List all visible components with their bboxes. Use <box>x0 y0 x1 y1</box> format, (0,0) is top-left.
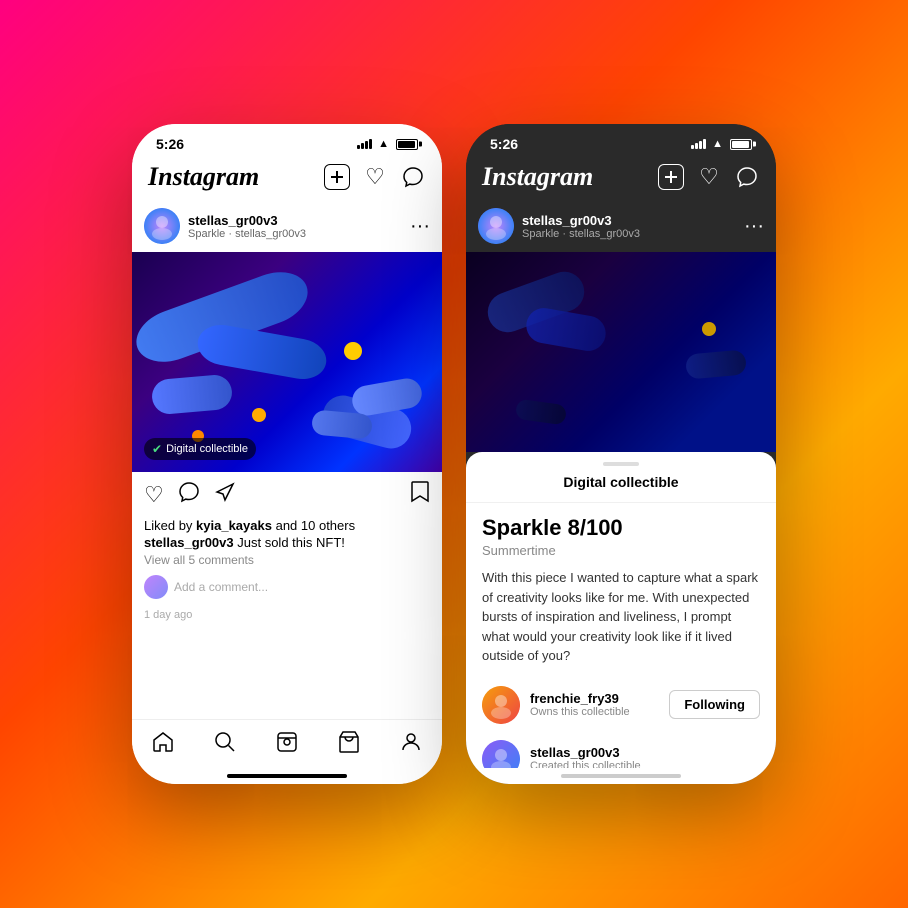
left-heart-icon[interactable]: ♡ <box>362 164 388 190</box>
left-likes-username: kyia_kayaks <box>196 518 272 533</box>
left-message-icon[interactable] <box>400 164 426 190</box>
battery-icon <box>396 139 418 150</box>
right-post-user-info: stellas_gr00v3 Sparkle · stellas_gr00v3 <box>522 213 640 240</box>
sheet-handle <box>603 462 639 466</box>
right-post-username: stellas_gr00v3 <box>522 213 640 228</box>
right-message-icon[interactable] <box>734 164 760 190</box>
left-add-icon[interactable] <box>324 164 350 190</box>
right-phone: 5:26 ▲ Instagram <box>466 124 776 784</box>
left-post-info: Liked by kyia_kayaks and 10 others stell… <box>132 518 442 607</box>
right-home-bar <box>561 774 681 778</box>
right-add-icon[interactable] <box>658 164 684 190</box>
check-icon: ✔ <box>152 442 162 456</box>
right-heart-icon[interactable]: ♡ <box>696 164 722 190</box>
wifi-icon: ▲ <box>378 138 389 150</box>
right-post-image <box>466 252 776 452</box>
right-wifi-icon: ▲ <box>712 138 723 150</box>
nav-search-icon[interactable] <box>213 730 237 760</box>
left-likes-text: Liked by kyia_kayaks and 10 others <box>144 518 430 533</box>
nav-shop-icon[interactable] <box>337 730 361 760</box>
right-signal-icon <box>691 139 706 149</box>
right-ig-header: Instagram ♡ <box>466 156 776 200</box>
signal-icon <box>357 139 372 149</box>
sheet-owner2: stellas_gr00v3 Created this collectible <box>466 732 776 769</box>
left-home-bar <box>227 774 347 778</box>
left-more-button[interactable]: ··· <box>410 216 430 236</box>
left-comment-icon[interactable] <box>178 481 200 509</box>
owner2-left: stellas_gr00v3 Created this collectible <box>482 740 641 769</box>
sheet-nft-title: Sparkle 8/100 <box>466 503 776 543</box>
left-post-actions: ♡ <box>132 472 442 518</box>
left-caption-text: Just sold this NFT! <box>237 535 345 550</box>
left-home-indicator <box>132 768 442 784</box>
left-timestamp: 1 day ago <box>132 607 442 625</box>
left-post-username: stellas_gr00v3 <box>188 213 306 228</box>
left-time: 5:26 <box>156 136 184 152</box>
left-status-bar: 5:26 ▲ <box>132 124 442 156</box>
right-home-indicator <box>466 768 776 784</box>
right-user-avatar <box>478 208 514 244</box>
owner1-left: frenchie_fry39 Owns this collectible <box>482 686 630 724</box>
left-header-icons: ♡ <box>324 164 426 190</box>
owner1-name: frenchie_fry39 <box>530 691 630 706</box>
left-phone: 5:26 ▲ Instagram <box>132 124 442 784</box>
owner1-info: frenchie_fry39 Owns this collectible <box>530 691 630 718</box>
left-status-icons: ▲ <box>357 138 418 150</box>
badge-text: Digital collectible <box>166 443 248 455</box>
right-post-header: stellas_gr00v3 Sparkle · stellas_gr00v3 … <box>466 200 776 252</box>
left-user-avatar <box>144 208 180 244</box>
left-bookmark-icon[interactable] <box>410 480 430 510</box>
left-action-icons: ♡ <box>144 481 236 509</box>
sheet-handle-container <box>466 452 776 474</box>
owner1-avatar <box>482 686 520 724</box>
owner1-role: Owns this collectible <box>530 706 630 718</box>
left-caption-username: stellas_gr00v3 <box>144 535 234 550</box>
sheet-owner1: frenchie_fry39 Owns this collectible Fol… <box>466 678 776 732</box>
right-bottom-sheet: Digital collectible Sparkle 8/100 Summer… <box>466 452 776 768</box>
left-bottom-nav <box>132 719 442 768</box>
left-comment-avatar <box>144 575 168 599</box>
sheet-nft-subtitle: Summertime <box>466 543 776 568</box>
left-post-user: stellas_gr00v3 Sparkle · stellas_gr00v3 <box>144 208 306 244</box>
digital-collectible-badge: ✔ Digital collectible <box>144 438 256 460</box>
left-post-image: ✔ Digital collectible <box>132 252 442 472</box>
owner2-role: Created this collectible <box>530 760 641 768</box>
sheet-description: With this piece I wanted to capture what… <box>466 568 776 678</box>
left-ig-header: Instagram ♡ <box>132 156 442 200</box>
right-battery-icon <box>730 139 752 150</box>
right-ig-logo: Instagram <box>482 162 593 192</box>
right-post-user: stellas_gr00v3 Sparkle · stellas_gr00v3 <box>478 208 640 244</box>
left-post-subtitle: Sparkle · stellas_gr00v3 <box>188 228 306 240</box>
left-ig-logo: Instagram <box>148 162 259 192</box>
left-like-icon[interactable]: ♡ <box>144 482 164 508</box>
right-header-icons: ♡ <box>658 164 760 190</box>
left-add-comment: Add a comment... <box>144 571 430 603</box>
right-more-button[interactable]: ··· <box>744 216 764 236</box>
right-status-icons: ▲ <box>691 138 752 150</box>
left-comment-input[interactable]: Add a comment... <box>174 580 268 594</box>
owner2-name: stellas_gr00v3 <box>530 745 641 760</box>
left-view-comments[interactable]: View all 5 comments <box>144 553 430 567</box>
nav-home-icon[interactable] <box>151 730 175 760</box>
following-button[interactable]: Following <box>669 690 760 719</box>
left-share-icon[interactable] <box>214 481 236 509</box>
left-caption: stellas_gr00v3 Just sold this NFT! <box>144 535 430 550</box>
right-post-subtitle: Sparkle · stellas_gr00v3 <box>522 228 640 240</box>
phones-container: 5:26 ▲ Instagram <box>92 84 816 824</box>
nav-reels-icon[interactable] <box>275 730 299 760</box>
right-time: 5:26 <box>490 136 518 152</box>
owner2-avatar <box>482 740 520 769</box>
nav-profile-icon[interactable] <box>399 730 423 760</box>
left-post-header: stellas_gr00v3 Sparkle · stellas_gr00v3 … <box>132 200 442 252</box>
sheet-title: Digital collectible <box>466 474 776 503</box>
left-post-user-info: stellas_gr00v3 Sparkle · stellas_gr00v3 <box>188 213 306 240</box>
right-status-bar: 5:26 ▲ <box>466 124 776 156</box>
owner2-info: stellas_gr00v3 Created this collectible <box>530 745 641 768</box>
